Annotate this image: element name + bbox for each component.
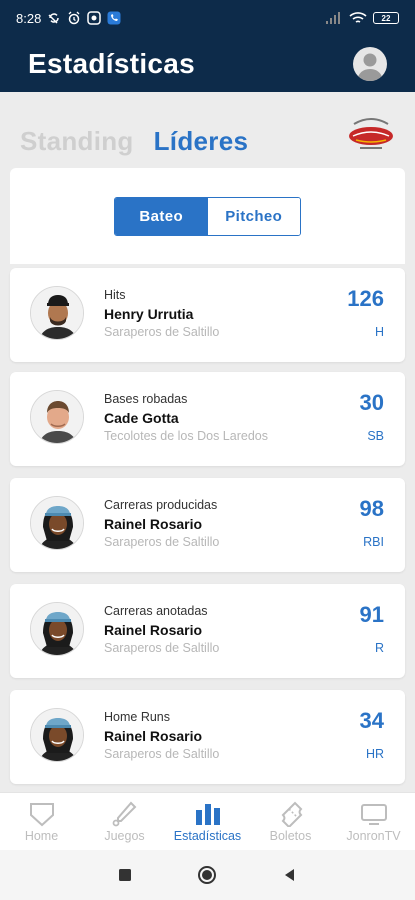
bat-icon: [112, 801, 136, 827]
phone-icon: [107, 11, 121, 25]
nav-label: Estadísticas: [173, 829, 242, 843]
stat-value: 91: [359, 602, 384, 627]
bottom-nav: Home Juegos Estadísticas Boletos JonronT…: [0, 792, 415, 850]
system-nav-bar: [0, 850, 415, 900]
user-icon: [357, 53, 383, 81]
batting-pitching-toggle: Bateo Pitcheo: [114, 197, 301, 236]
tab-standing[interactable]: Standing: [20, 126, 134, 157]
player-name: Rainel Rosario: [104, 516, 203, 532]
player-name: Henry Urrutia: [104, 306, 194, 322]
alarm-icon: [68, 11, 80, 25]
page-title: Estadísticas: [28, 48, 196, 79]
ticket-icon: [281, 801, 302, 827]
stat-abbreviation: SB: [367, 429, 384, 443]
player-photo: [30, 602, 84, 656]
team-name: Tecolotes de los Dos Laredos: [104, 429, 268, 443]
battery-icon: 22: [373, 12, 399, 24]
player-name: Rainel Rosario: [104, 622, 203, 638]
stat-abbreviation: HR: [365, 747, 384, 761]
pitching-toggle-button[interactable]: Pitcheo: [207, 198, 300, 235]
nav-home[interactable]: Home: [0, 793, 83, 850]
player-photo: [30, 286, 84, 340]
tab-lideres[interactable]: Líderes: [154, 126, 249, 157]
leader-card[interactable]: Carreras anotadas Rainel Rosario Saraper…: [10, 584, 405, 678]
stat-category: Carreras anotadas: [104, 604, 208, 618]
nav-label: Juegos: [104, 829, 145, 843]
stat-category: Hits: [104, 288, 126, 302]
tv-icon: [360, 804, 387, 825]
stat-value: 34: [359, 708, 384, 733]
team-name: Saraperos de Saltillo: [104, 747, 220, 761]
stat-abbreviation: RBI: [363, 535, 384, 549]
stat-value: 98: [359, 496, 384, 521]
player-photo: [30, 708, 84, 762]
recent-apps-icon[interactable]: [117, 867, 133, 883]
back-icon[interactable]: [282, 867, 298, 883]
nav-estadisticas[interactable]: Estadísticas: [166, 793, 249, 850]
stat-abbreviation: H: [374, 325, 384, 339]
nav-label: Boletos: [269, 829, 312, 843]
stat-value: 126: [347, 286, 384, 311]
player-photo: [30, 390, 84, 444]
player-photo: [30, 496, 84, 550]
stat-category: Home Runs: [104, 710, 170, 724]
home-button-icon[interactable]: [197, 865, 217, 885]
player-name: Cade Gotta: [104, 410, 179, 426]
stats-tabs: Standing Líderes: [20, 126, 248, 157]
leader-card[interactable]: Carreras producidas Rainel Rosario Sarap…: [10, 478, 405, 572]
nav-label: Home: [24, 829, 59, 843]
stat-value: 30: [359, 390, 384, 415]
player-name: Rainel Rosario: [104, 728, 203, 744]
batting-toggle-button[interactable]: Bateo: [115, 198, 208, 235]
status-bar: 8:28 22: [0, 0, 415, 36]
avatar[interactable]: [353, 47, 387, 81]
league-logo-icon: [349, 118, 393, 149]
nav-label: JonronTV: [346, 829, 401, 843]
team-name: Saraperos de Saltillo: [104, 535, 220, 549]
nav-boletos[interactable]: Boletos: [249, 793, 332, 850]
nav-juegos[interactable]: Juegos: [83, 793, 166, 850]
team-name: Saraperos de Saltillo: [104, 325, 220, 339]
leader-card[interactable]: Home Runs Rainel Rosario Saraperos de Sa…: [10, 690, 405, 784]
toggle-card: Bateo Pitcheo: [10, 168, 405, 264]
app-header: Estadísticas: [0, 36, 415, 92]
nav-jonrontv[interactable]: JonronTV: [332, 793, 415, 850]
leader-card[interactable]: Hits Henry Urrutia Saraperos de Saltillo…: [10, 268, 405, 362]
wifi-icon: [349, 12, 367, 23]
leader-card[interactable]: Bases robadas Cade Gotta Tecolotes de lo…: [10, 372, 405, 466]
stat-category: Carreras producidas: [104, 498, 218, 512]
clock: 8:28: [16, 10, 42, 26]
sync-icon: [48, 13, 60, 24]
app-icon: [87, 11, 102, 25]
stat-category: Bases robadas: [104, 392, 188, 406]
team-name: Saraperos de Saltillo: [104, 641, 220, 655]
signal-icon: [326, 12, 340, 24]
home-plate-icon: [29, 803, 54, 827]
bar-chart-icon: [195, 804, 220, 825]
stat-abbreviation: R: [374, 641, 384, 655]
main-content: Standing Líderes Bateo Pitcheo Hits Henr…: [0, 92, 415, 792]
